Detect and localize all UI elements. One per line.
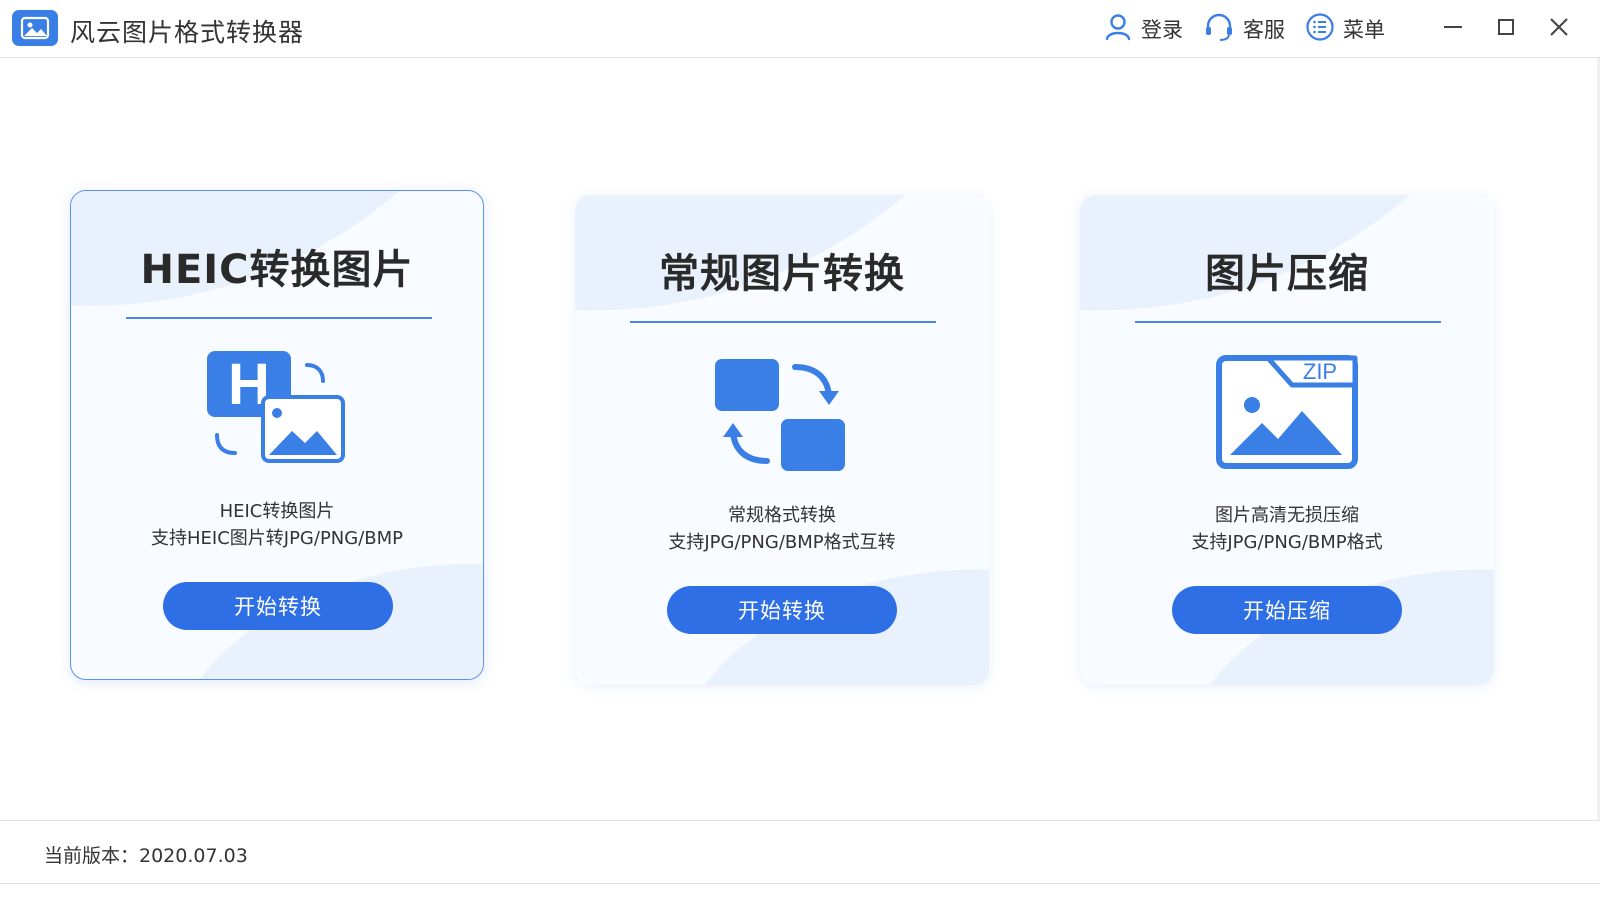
card-heic-convert[interactable]: HEIC转换图片 H HEIC转换图片 支持HEIC图片转JPG/PNG/BMP… [70, 190, 484, 680]
login-label: 登录 [1141, 18, 1183, 42]
app-title: 风云图片格式转换器 [70, 18, 305, 47]
card-desc-line1: HEIC转换图片 [219, 501, 335, 522]
card-title: 图片压缩 [1205, 251, 1369, 297]
version-text: 当前版本：2020.07.03 [44, 845, 248, 867]
minimize-button[interactable] [1440, 16, 1466, 42]
card-image-compress[interactable]: 图片压缩 ZIP 图片高清无损压缩 支持JPG/PNG/BMP格式 开始压缩 [1080, 195, 1494, 685]
card-desc-line1: 常规格式转换 [728, 505, 836, 526]
minimize-icon [1442, 16, 1464, 42]
start-convert-button[interactable]: 开始转换 [163, 582, 393, 630]
customer-service-button[interactable]: 客服 [1203, 12, 1285, 46]
footer-divider [0, 883, 1600, 884]
format-swap-icon [715, 355, 849, 475]
headset-icon [1203, 12, 1235, 46]
maximize-icon [1495, 16, 1517, 42]
menu-button[interactable]: 菜单 [1305, 12, 1385, 46]
start-compress-button[interactable]: 开始压缩 [1172, 586, 1402, 634]
start-convert-button[interactable]: 开始转换 [667, 586, 897, 634]
title-bar[interactable]: 风云图片格式转换器 登录 客服 菜单 [0, 0, 1600, 58]
divider [630, 321, 936, 323]
card-regular-convert[interactable]: 常规图片转换 常规格式转换 支持JPG/PNG/BMP格式互转 开始转换 [575, 195, 989, 685]
status-footer: 当前版本：2020.07.03 [0, 820, 1600, 884]
header-actions: 登录 客服 菜单 [1103, 12, 1385, 46]
menu-list-icon [1305, 12, 1335, 46]
divider [126, 317, 432, 319]
maximize-button[interactable] [1493, 16, 1519, 42]
close-button[interactable] [1546, 16, 1572, 42]
zip-image-icon: ZIP [1216, 355, 1358, 473]
divider [1135, 321, 1441, 323]
window-controls [1440, 12, 1572, 46]
app-window: 风云图片格式转换器 登录 客服 菜单 HEIC转换图片 H HEIC转换图片 支… [0, 0, 1600, 900]
heic-convert-icon: H [207, 351, 347, 470]
card-desc-line2: 支持HEIC图片转JPG/PNG/BMP [150, 528, 404, 549]
close-icon [1548, 16, 1570, 42]
svg-text:ZIP: ZIP [1303, 359, 1337, 384]
menu-label: 菜单 [1343, 18, 1385, 42]
card-title: 常规图片转换 [659, 251, 905, 297]
card-title: HEIC转换图片 [140, 247, 414, 293]
card-desc-line2: 支持JPG/PNG/BMP格式 [1191, 532, 1383, 553]
picture-logo-icon [12, 10, 58, 46]
user-icon [1103, 12, 1133, 46]
card-desc-line2: 支持JPG/PNG/BMP格式互转 [668, 532, 896, 553]
card-desc-line1: 图片高清无损压缩 [1215, 505, 1359, 526]
customer-service-label: 客服 [1243, 18, 1285, 42]
login-button[interactable]: 登录 [1103, 12, 1183, 46]
